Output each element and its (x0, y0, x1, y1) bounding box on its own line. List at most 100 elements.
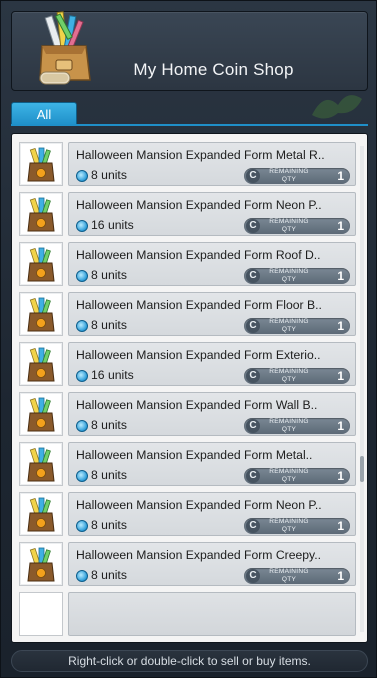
item-info[interactable]: Halloween Mansion Expanded Form Floor B.… (68, 292, 356, 336)
remaining-qty-label: REMAINING QTY (269, 418, 309, 433)
remaining-qty-label: REMAINING QTY (269, 318, 309, 333)
item-info[interactable]: Halloween Mansion Expanded Form Neon P..… (68, 192, 356, 236)
home-coin-icon (76, 470, 88, 482)
leaf-decoration-icon (312, 95, 362, 119)
remaining-qty-badge: C REMAINING QTY 1 (244, 568, 350, 584)
list-item[interactable]: Halloween Mansion Expanded Form Floor B.… (19, 292, 359, 338)
remaining-qty-value: 1 (337, 219, 344, 233)
blueprint-bag-icon (27, 197, 55, 232)
item-name: Halloween Mansion Expanded Form Neon P.. (76, 198, 322, 212)
remaining-qty-label: REMAINING QTY (269, 568, 309, 583)
footer-hint: Right-click or double-click to sell or b… (11, 650, 368, 672)
item-price: 8 units (91, 318, 127, 332)
item-info[interactable]: Halloween Mansion Expanded Form Metal.. … (68, 442, 356, 486)
remaining-qty-value: 1 (337, 569, 344, 583)
remaining-qty-value: 1 (337, 319, 344, 333)
item-price: 16 units (91, 368, 134, 382)
remaining-qty-label: REMAINING QTY (269, 468, 309, 483)
item-price: 8 units (91, 168, 127, 182)
item-price: 8 units (91, 518, 127, 532)
empty-thumbnail (19, 592, 63, 636)
home-coin-icon (76, 270, 88, 282)
item-thumbnail[interactable] (19, 392, 63, 436)
list-item[interactable]: Halloween Mansion Expanded Form Neon P..… (19, 492, 359, 538)
item-name: Halloween Mansion Expanded Form Neon P.. (76, 498, 322, 512)
blueprint-bag-icon (27, 147, 55, 182)
remaining-qty-badge: C REMAINING QTY 1 (244, 318, 350, 334)
item-thumbnail[interactable] (19, 442, 63, 486)
remaining-qty-value: 1 (337, 169, 344, 183)
remaining-qty-value: 1 (337, 369, 344, 383)
item-thumbnail[interactable] (19, 342, 63, 386)
item-name: Halloween Mansion Expanded Form Creepy.. (76, 548, 321, 562)
remaining-qty-badge: C REMAINING QTY 1 (244, 218, 350, 234)
coin-letter-icon: C (246, 219, 260, 233)
remaining-qty-badge: C REMAINING QTY 1 (244, 468, 350, 484)
remaining-qty-badge: C REMAINING QTY 1 (244, 268, 350, 284)
home-coin-icon (76, 420, 88, 432)
coin-letter-icon: C (246, 319, 260, 333)
item-thumbnail[interactable] (19, 292, 63, 336)
item-info[interactable]: Halloween Mansion Expanded Form Exterio.… (68, 342, 356, 386)
remaining-qty-label: REMAINING QTY (269, 168, 309, 183)
item-price: 8 units (91, 568, 127, 582)
home-coin-icon (76, 370, 88, 382)
remaining-qty-badge: C REMAINING QTY 1 (244, 518, 350, 534)
remaining-qty-badge: C REMAINING QTY 1 (244, 168, 350, 184)
empty-slot (19, 592, 359, 638)
coin-letter-icon: C (246, 569, 260, 583)
shop-header: My Home Coin Shop (11, 11, 368, 91)
remaining-qty-label: REMAINING QTY (269, 518, 309, 533)
blueprint-bag-icon (27, 347, 55, 382)
item-info[interactable]: Halloween Mansion Expanded Form Neon P..… (68, 492, 356, 536)
home-coin-icon (76, 320, 88, 332)
remaining-qty-value: 1 (337, 269, 344, 283)
item-info[interactable]: Halloween Mansion Expanded Form Roof D..… (68, 242, 356, 286)
item-info[interactable]: Halloween Mansion Expanded Form Creepy..… (68, 542, 356, 586)
item-price: 8 units (91, 418, 127, 432)
blueprint-bag-icon (27, 447, 55, 482)
list-item[interactable]: Halloween Mansion Expanded Form Roof D..… (19, 242, 359, 288)
item-name: Halloween Mansion Expanded Form Metal.. (76, 448, 313, 462)
item-name: Halloween Mansion Expanded Form Wall B.. (76, 398, 318, 412)
remaining-qty-value: 1 (337, 519, 344, 533)
list-item[interactable]: Halloween Mansion Expanded Form Metal.. … (19, 442, 359, 488)
item-thumbnail[interactable] (19, 192, 63, 236)
remaining-qty-value: 1 (337, 469, 344, 483)
blueprint-bag-icon (27, 397, 55, 432)
remaining-qty-badge: C REMAINING QTY 1 (244, 418, 350, 434)
item-thumbnail[interactable] (19, 492, 63, 536)
remaining-qty-label: REMAINING QTY (269, 218, 309, 233)
item-list[interactable]: Halloween Mansion Expanded Form Metal R.… (11, 133, 368, 643)
item-thumbnail[interactable] (19, 142, 63, 186)
coin-letter-icon: C (246, 169, 260, 183)
scrollbar[interactable] (360, 146, 364, 632)
item-name: Halloween Mansion Expanded Form Metal R.… (76, 148, 325, 162)
tab-all[interactable]: All (11, 102, 77, 125)
coin-letter-icon: C (246, 369, 260, 383)
list-item[interactable]: Halloween Mansion Expanded Form Exterio.… (19, 342, 359, 388)
home-coin-icon (76, 220, 88, 232)
list-item[interactable]: Halloween Mansion Expanded Form Neon P..… (19, 192, 359, 238)
scrollbar-thumb[interactable] (360, 456, 364, 482)
tab-bar-underline (11, 124, 368, 126)
coin-letter-icon: C (246, 419, 260, 433)
coin-letter-icon: C (246, 269, 260, 283)
item-price: 8 units (91, 268, 127, 282)
item-thumbnail[interactable] (19, 242, 63, 286)
item-price: 16 units (91, 218, 134, 232)
list-item[interactable]: Halloween Mansion Expanded Form Metal R.… (19, 142, 359, 188)
list-item[interactable]: Halloween Mansion Expanded Form Creepy..… (19, 542, 359, 588)
blueprint-bag-icon (27, 497, 55, 532)
home-coin-icon (76, 520, 88, 532)
remaining-qty-badge: C REMAINING QTY 1 (244, 368, 350, 384)
item-info[interactable]: Halloween Mansion Expanded Form Metal R.… (68, 142, 356, 186)
item-thumbnail[interactable] (19, 542, 63, 586)
item-price: 8 units (91, 468, 127, 482)
coin-letter-icon: C (246, 519, 260, 533)
empty-info (68, 592, 356, 636)
remaining-qty-label: REMAINING QTY (269, 368, 309, 383)
item-info[interactable]: Halloween Mansion Expanded Form Wall B..… (68, 392, 356, 436)
home-coin-icon (76, 170, 88, 182)
list-item[interactable]: Halloween Mansion Expanded Form Wall B..… (19, 392, 359, 438)
